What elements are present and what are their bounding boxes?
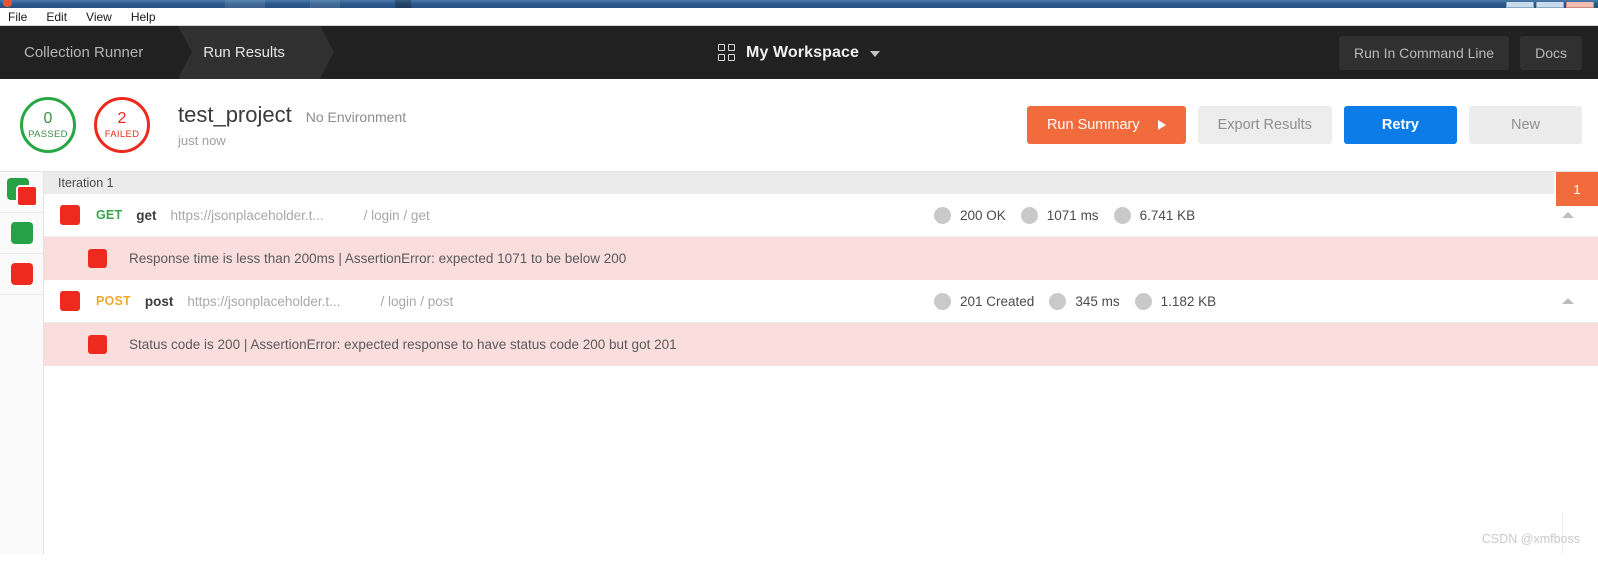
titlebar-segment	[395, 0, 411, 8]
export-results-button[interactable]: Export Results	[1197, 106, 1332, 144]
header-actions: Run In Command Line Docs	[1339, 26, 1598, 79]
filter-failed-button[interactable]	[0, 254, 43, 295]
window-controls[interactable]	[1506, 0, 1594, 8]
breadcrumb-run-results[interactable]: Run Results	[179, 26, 335, 79]
results-filter-rail	[0, 172, 44, 554]
request-method: GET	[96, 208, 123, 222]
breadcrumb: Collection Runner Run Results	[0, 26, 335, 79]
table-row[interactable]: POST post https://jsonplaceholder.t... /…	[44, 280, 1598, 323]
failed-counter: 2 FAILED	[94, 97, 150, 153]
assertion-text: Status code is 200 | AssertionError: exp…	[129, 337, 677, 352]
request-method: POST	[96, 294, 131, 308]
passed-label: PASSED	[28, 128, 68, 140]
red-square-icon	[10, 263, 33, 285]
environment-label: No Environment	[305, 109, 407, 125]
workspace-selector[interactable]: My Workspace	[718, 44, 880, 62]
failed-count: 2	[117, 109, 127, 127]
request-name: get	[136, 207, 157, 223]
filter-passed-button[interactable]	[0, 213, 43, 254]
red-square-icon	[15, 185, 38, 207]
page-title: test_project	[178, 102, 292, 127]
response-time-stat: 345 ms	[1049, 292, 1120, 310]
menubar: File Edit View Help	[0, 8, 1598, 26]
result-counters: 0 PASSED 2 FAILED	[20, 97, 150, 153]
minimize-button[interactable]	[1506, 2, 1534, 8]
green-square-icon	[10, 222, 33, 244]
run-summary-button[interactable]: Run Summary	[1026, 106, 1186, 144]
run-summary-bar: 0 PASSED 2 FAILED test_project No Enviro…	[0, 79, 1598, 171]
titlebar-segment	[225, 0, 265, 8]
time-dot-icon	[1049, 292, 1067, 310]
request-path: / login / post	[380, 293, 454, 309]
request-url: https://jsonplaceholder.t...	[187, 293, 341, 309]
retry-button[interactable]: Retry	[1343, 106, 1457, 144]
menu-edit[interactable]: Edit	[44, 10, 69, 24]
menu-view[interactable]: View	[84, 10, 114, 24]
size-dot-icon	[1134, 292, 1152, 310]
run-summary-label: Run Summary	[1046, 117, 1140, 133]
os-window-titlebar	[0, 0, 1598, 8]
app-header: Collection Runner Run Results My Workspa…	[0, 26, 1598, 79]
status-badge	[60, 291, 80, 311]
status-badge	[60, 205, 80, 225]
iteration-header: Iteration 1 1	[44, 172, 1598, 206]
run-timestamp: just now	[178, 133, 226, 148]
request-stats: 200 OK 1071 ms 6.741 KB	[934, 194, 1202, 236]
response-time-text: 1071 ms	[1046, 207, 1099, 223]
iteration-label: Iteration 1	[58, 176, 114, 190]
table-row[interactable]: GET get https://jsonplaceholder.t... / l…	[44, 194, 1598, 237]
docs-button[interactable]: Docs	[1520, 35, 1582, 70]
time-dot-icon	[1020, 206, 1038, 224]
close-button[interactable]	[1566, 2, 1594, 8]
request-stats: 201 Created 345 ms 1.182 KB	[934, 280, 1223, 322]
request-url: https://jsonplaceholder.t...	[170, 207, 324, 223]
breadcrumb-label: Run Results	[203, 44, 285, 61]
chevron-up-icon[interactable]	[1562, 212, 1574, 218]
filter-all-button[interactable]	[0, 172, 43, 213]
watermark: CSDN @xmfboss	[1481, 532, 1580, 546]
size-dot-icon	[1113, 206, 1131, 224]
chevron-up-icon[interactable]	[1562, 298, 1574, 304]
status-code-stat: 201 Created	[934, 292, 1035, 310]
status-code-stat: 200 OK	[934, 206, 1006, 224]
summary-actions: Run Summary Export Results Retry New	[1026, 106, 1582, 144]
failed-label: FAILED	[104, 128, 140, 140]
play-arrow-icon	[1157, 120, 1166, 130]
app-icon	[3, 0, 12, 7]
run-meta: test_project No Environment just now	[178, 102, 406, 148]
assertion-fail-badge	[88, 249, 107, 268]
maximize-button[interactable]	[1536, 2, 1564, 8]
new-button[interactable]: New	[1468, 106, 1582, 144]
breadcrumb-collection-runner[interactable]: Collection Runner	[0, 26, 193, 79]
assertion-fail-badge	[88, 335, 107, 354]
results-body: Iteration 1 1 GET get https://jsonplaceh…	[0, 171, 1598, 554]
titlebar-segment	[310, 0, 340, 8]
response-size-stat: 1.182 KB	[1134, 292, 1217, 310]
assertion-text: Response time is less than 200ms | Asser…	[129, 251, 627, 266]
all-results-icon	[6, 178, 38, 207]
status-code-text: 200 OK	[960, 207, 1006, 223]
menu-file[interactable]: File	[6, 10, 29, 24]
status-dot-icon	[934, 206, 951, 224]
response-size-stat: 6.741 KB	[1113, 206, 1196, 224]
response-size-text: 6.741 KB	[1139, 207, 1196, 223]
request-name: post	[144, 293, 174, 309]
run-in-command-line-button[interactable]: Run In Command Line	[1339, 35, 1510, 70]
response-time-stat: 1071 ms	[1020, 206, 1099, 224]
response-size-text: 1.182 KB	[1160, 293, 1217, 309]
chevron-down-icon[interactable]	[869, 51, 880, 57]
workspace-name: My Workspace	[746, 43, 859, 61]
assertion-row: Response time is less than 200ms | Asser…	[44, 237, 1598, 280]
status-code-text: 201 Created	[960, 293, 1035, 309]
grid-icon	[718, 44, 736, 61]
request-path: / login / get	[363, 207, 430, 223]
passed-counter: 0 PASSED	[20, 97, 76, 153]
results-list: Iteration 1 1 GET get https://jsonplaceh…	[44, 172, 1598, 554]
passed-count: 0	[43, 109, 53, 127]
menu-help[interactable]: Help	[129, 10, 158, 24]
status-dot-icon	[934, 292, 951, 310]
assertion-row: Status code is 200 | AssertionError: exp…	[44, 323, 1598, 366]
breadcrumb-label: Collection Runner	[24, 44, 144, 61]
response-time-text: 345 ms	[1075, 293, 1120, 309]
